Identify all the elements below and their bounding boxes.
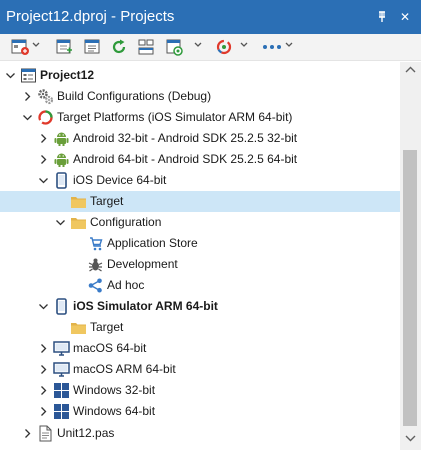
target-platform-icon [216,39,232,55]
tree-item-macos-64[interactable]: macOS 64-bit [0,338,400,359]
scroll-down-icon[interactable] [405,434,416,442]
tree-item-windows-64[interactable]: Windows 64-bit [0,401,400,422]
tree-item-label: Target [90,194,124,208]
chevron-right-icon[interactable] [38,385,49,396]
chevron-right-icon[interactable] [38,133,49,144]
tree-item-target-platforms[interactable]: Target Platforms (iOS Simulator ARM 64-b… [0,107,400,128]
build-groups-button[interactable] [137,38,155,56]
more-icon [263,45,281,49]
share-icon [88,278,102,293]
tree-item-build-configurations[interactable]: Build Configurations (Debug) [0,86,400,107]
tree-item-android-64[interactable]: Android 64-bit - Android SDK 25.2.5 64-b… [0,149,400,170]
tree-item-label: iOS Simulator ARM 64-bit [73,299,218,313]
tree-item-ios-device[interactable]: iOS Device 64-bit [0,170,400,191]
tree-item-label: Target [90,320,124,334]
bug-icon [88,258,103,272]
tree-item-label: Build Configurations (Debug) [57,89,212,103]
chevron-down-icon[interactable] [285,42,293,48]
android-icon [54,132,69,146]
tree-item-sim-target[interactable]: Target [0,317,400,338]
tree-item-ad-hoc[interactable]: Ad hoc [0,275,400,296]
gear-icon [38,89,54,105]
tree-item-label: Android 64-bit - Android SDK 25.2.5 64-b… [73,152,298,166]
scrollbar-thumb[interactable] [403,150,417,426]
tree-item-application-store[interactable]: Application Store [0,233,400,254]
refresh-button[interactable] [110,38,128,56]
tree-item-label: Windows 32-bit [73,383,156,397]
monitor-icon [53,362,70,377]
monitor-icon [53,341,70,356]
chevron-down-icon[interactable] [32,42,40,48]
tree-item-label: Android 32-bit - Android SDK 25.2.5 32-b… [73,131,298,145]
tree-item-ios-simulator[interactable]: iOS Simulator ARM 64-bit [0,296,400,317]
tree-item-macos-arm[interactable]: macOS ARM 64-bit [0,359,400,380]
target-platform-button[interactable] [215,38,233,56]
deploy-icon [166,39,183,56]
tree-item-development[interactable]: Development [0,254,400,275]
phone-icon [56,298,67,315]
tree-item-label: Application Store [107,236,198,250]
tree-item-ios-target[interactable]: Target [0,191,400,212]
chevron-down-icon[interactable] [240,42,248,48]
project-icon [21,68,36,83]
target-platform-icon [38,110,53,125]
add-button[interactable] [55,38,73,56]
tree-item-android-32[interactable]: Android 32-bit - Android SDK 25.2.5 32-b… [0,128,400,149]
source-file-icon [39,425,52,442]
deploy-button[interactable] [165,38,183,56]
tree-item-label: Project12 [40,68,95,82]
title-bar: Project12.dproj - Projects ✕ [0,0,421,34]
chevron-right-icon[interactable] [38,406,49,417]
app-store-icon [90,237,103,251]
build-groups-icon [138,39,154,55]
chevron-right-icon[interactable] [22,428,33,439]
windows-icon [54,404,69,419]
window-title: Project12.dproj - Projects [6,8,175,25]
options-button[interactable] [83,38,101,56]
chevron-down-icon[interactable] [22,112,33,123]
tree-item-unit[interactable]: Unit12.pas [0,423,400,444]
chevron-down-icon[interactable] [38,301,49,312]
chevron-down-icon[interactable] [5,70,16,81]
toolbar [0,34,421,61]
options-icon [84,39,100,54]
tree-item-label: iOS Device 64-bit [73,173,167,187]
chevron-down-icon[interactable] [194,42,202,48]
new-project-button[interactable] [10,38,30,56]
tree-item-label: Windows 64-bit [73,404,156,418]
add-icon [56,39,72,54]
tree-item-label: Target Platforms (iOS Simulator ARM 64-b… [57,110,293,124]
pin-icon [379,11,385,22]
scroll-up-icon[interactable] [405,66,416,74]
folder-icon [71,323,86,334]
new-project-icon [11,39,29,55]
close-button[interactable]: ✕ [397,9,413,25]
refresh-icon [112,39,126,54]
tree-item-label: Unit12.pas [57,426,115,440]
tree-item-label: Configuration [90,215,162,229]
android-icon [54,153,69,167]
chevron-right-icon[interactable] [38,154,49,165]
chevron-down-icon[interactable] [38,175,49,186]
tree-item-label: Ad hoc [107,278,145,292]
tree-item-windows-32[interactable]: Windows 32-bit [0,380,400,401]
folder-icon [71,197,86,208]
tree-item-label: macOS ARM 64-bit [73,362,176,376]
chevron-down-icon[interactable] [55,217,66,228]
project-tree: Project12 Build Configurations (Debug) T… [0,62,400,450]
tree-item-label: Development [107,257,178,271]
chevron-right-icon[interactable] [38,343,49,354]
tree-item-configuration[interactable]: Configuration [0,212,400,233]
chevron-right-icon[interactable] [22,91,33,102]
windows-icon [54,383,69,398]
tree-item-label: macOS 64-bit [73,341,147,355]
phone-icon [56,172,67,189]
chevron-right-icon[interactable] [38,364,49,375]
tree-item-project[interactable]: Project12 [0,65,400,86]
vertical-scrollbar[interactable] [400,62,421,450]
folder-icon [71,218,86,229]
more-button[interactable] [262,38,282,56]
pin-button[interactable] [374,9,390,25]
